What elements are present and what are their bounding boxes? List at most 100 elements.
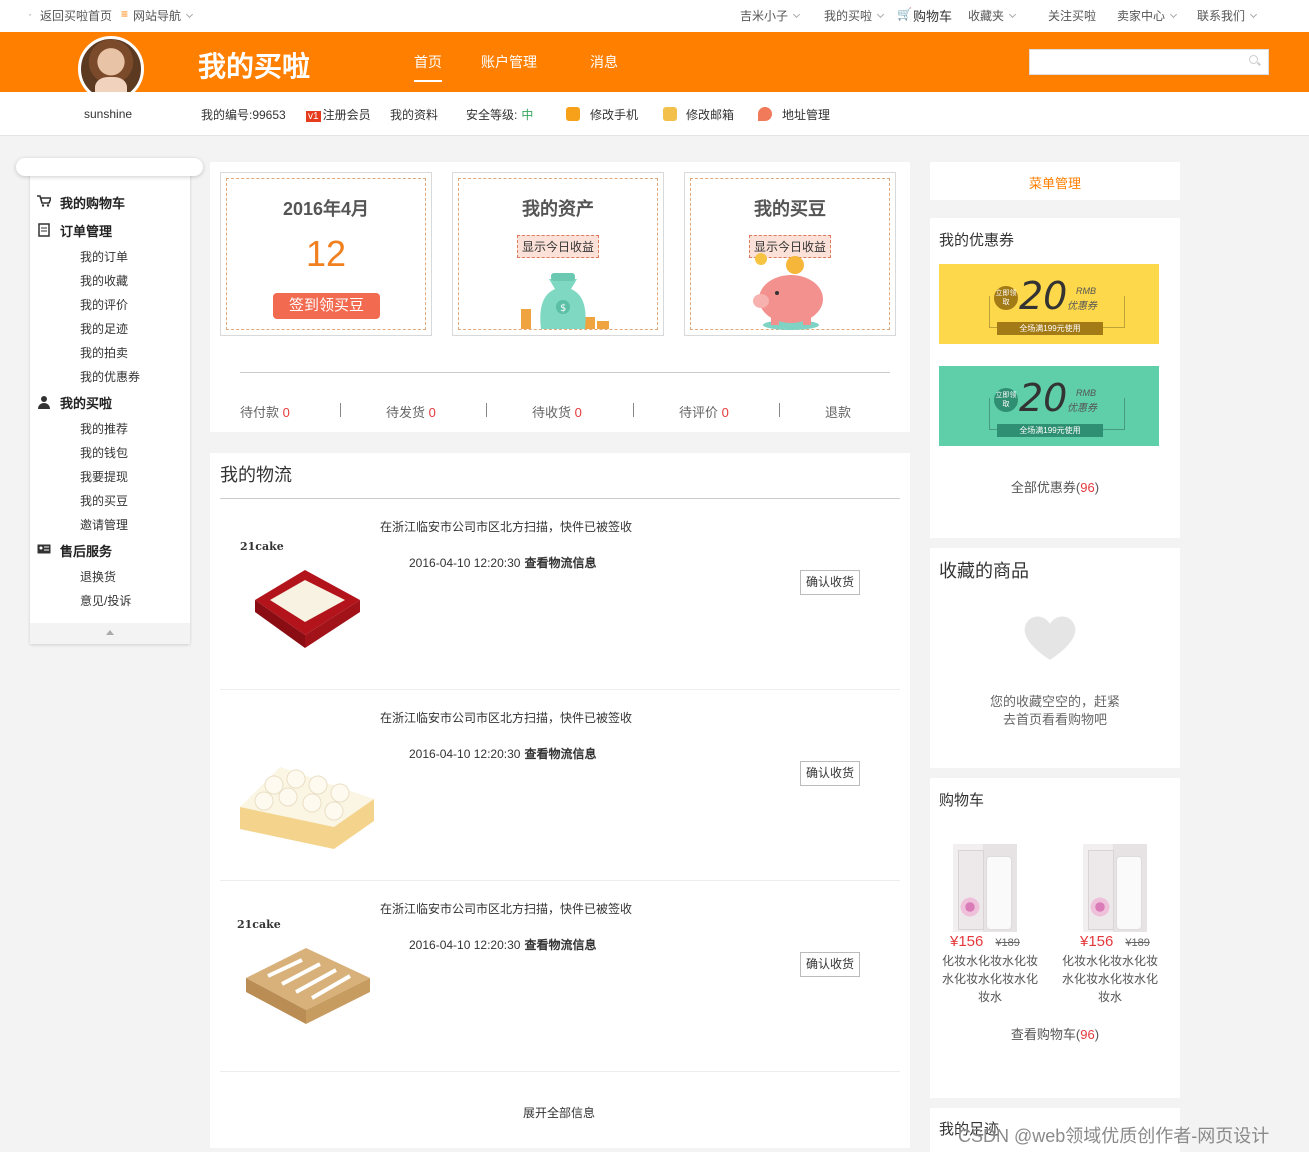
sidebar-collapse-button[interactable] xyxy=(30,623,190,644)
username: sunshine xyxy=(84,107,133,121)
separator xyxy=(633,403,634,417)
status-pending-shipment[interactable]: 待发货 0 xyxy=(386,402,436,421)
logistics-time: 2016-04-10 12:20:30 查看物流信息 xyxy=(409,745,596,762)
nav-home[interactable]: 首页 xyxy=(414,52,442,82)
signin-button[interactable]: 签到领买豆 xyxy=(273,293,380,319)
confirm-receipt-button[interactable]: 确认收货 xyxy=(800,761,860,786)
favorites-panel: 收藏的商品 您的收藏空空的，赶紧 去首页看看购物吧 xyxy=(930,548,1180,768)
address-link[interactable]: 地址管理 xyxy=(758,106,830,123)
sidebar-item-feedback[interactable]: 意见/投诉 xyxy=(80,592,131,609)
sidebar-item-recommend[interactable]: 我的推荐 xyxy=(80,420,128,437)
product-old-price: ¥189 xyxy=(1125,937,1150,949)
sidebar-group-orders[interactable]: 订单管理 xyxy=(38,221,112,240)
separator xyxy=(486,403,487,417)
menu-manage-link[interactable]: 菜单管理 xyxy=(930,173,1180,192)
view-logistics-link[interactable]: 查看物流信息 xyxy=(524,747,596,761)
view-cart-link[interactable]: 查看购物车(96) xyxy=(930,1024,1180,1043)
site-nav-label: 网站导航 xyxy=(133,9,182,23)
confirm-receipt-button[interactable]: 确认收货 xyxy=(800,952,860,977)
user-link[interactable]: 吉米小子 xyxy=(740,7,801,24)
view-logistics-link[interactable]: 查看物流信息 xyxy=(524,556,596,570)
status-pending-review-label: 待评价 xyxy=(679,405,719,420)
my-maila-link[interactable]: 我的买啦 xyxy=(824,7,885,24)
signin-day: 12 xyxy=(305,233,347,274)
register-member-label: 注册会员 xyxy=(322,108,371,122)
register-member[interactable]: v1 注册会员 xyxy=(306,106,371,123)
coupon-unit: RMB xyxy=(1076,388,1096,398)
sidebar-item-invite[interactable]: 邀请管理 xyxy=(80,516,128,533)
edit-phone-link[interactable]: 修改手机 xyxy=(566,106,638,123)
coupon-card[interactable]: 立即领取 20 RMB 优惠券 全场满199元使用 xyxy=(939,264,1159,344)
sidebar-group-maila[interactable]: 我的买啦 xyxy=(38,393,113,412)
favorites-empty-line2[interactable]: 去首页看看购物吧 xyxy=(930,709,1180,728)
site-nav-link[interactable]: 网站导航 xyxy=(133,7,194,24)
sidebar-item-footprint[interactable]: 我的足迹 xyxy=(80,320,128,337)
svg-text:$: $ xyxy=(560,303,566,314)
status-refund[interactable]: 退款 xyxy=(825,402,851,421)
cart-icon xyxy=(37,195,51,207)
sidebar-item-auction[interactable]: 我的拍卖 xyxy=(80,344,128,361)
assets-income-toggle[interactable]: 显示今日收益 xyxy=(516,235,600,258)
profile-link[interactable]: 我的资料 xyxy=(390,106,438,123)
product-image[interactable] xyxy=(953,844,1017,932)
location-pin-icon xyxy=(758,107,772,121)
status-pending-review[interactable]: 待评价 0 xyxy=(679,402,729,421)
search-input[interactable] xyxy=(1029,49,1269,75)
logistics-status: 在浙江临安市公司市区北方扫描，快件已被签收 xyxy=(380,902,633,916)
separator xyxy=(340,403,341,417)
sidebar-group-service[interactable]: 售后服务 xyxy=(37,541,112,560)
status-pending-payment[interactable]: 待付款 0 xyxy=(240,402,290,421)
edit-email-link[interactable]: 修改邮箱 xyxy=(663,106,734,123)
logistics-time: 2016-04-10 12:20:30 查看物流信息 xyxy=(409,554,596,571)
product-name[interactable]: 化妆水化妆水化妆水化妆水化妆水化妆水 xyxy=(1058,952,1162,1006)
view-logistics-link[interactable]: 查看物流信息 xyxy=(524,938,596,952)
all-coupons-link[interactable]: 全部优惠券(96) xyxy=(930,477,1180,496)
coupon-amount: 20 xyxy=(1019,376,1068,420)
sidebar-item-withdraw[interactable]: 我要提现 xyxy=(80,468,128,485)
sidebar-item-favorites[interactable]: 我的收藏 xyxy=(80,272,128,289)
confirm-receipt-button[interactable]: 确认收货 xyxy=(800,570,860,595)
view-cart-count: 96 xyxy=(1080,1027,1095,1042)
sidebar-item-beans[interactable]: 我的买豆 xyxy=(80,492,128,509)
favorites-link[interactable]: 收藏夹 xyxy=(968,7,1017,24)
cart-panel: 购物车 ¥156 ¥189 化妆水化妆水化妆水化妆水化妆水化妆水 ¥156 ¥189… xyxy=(930,778,1180,1098)
back-home-link[interactable]: 返回买啦首页 xyxy=(40,7,112,24)
logistics-status: 在浙江临安市公司市区北方扫描，快件已被签收 xyxy=(380,520,633,534)
sidebar-item-coupons[interactable]: 我的优惠券 xyxy=(80,368,140,385)
cart-icon: 🛒 xyxy=(897,7,912,21)
claim-badge[interactable]: 立即领取 xyxy=(994,388,1018,412)
coupon-card[interactable]: 立即领取 20 RMB 优惠券 全场满199元使用 xyxy=(939,366,1159,446)
nav-messages[interactable]: 消息 xyxy=(590,52,618,72)
favorites-label: 收藏夹 xyxy=(968,9,1005,23)
contact-label: 联系我们 xyxy=(1197,9,1246,23)
watermark: CSDN @web领域优质创作者-网页设计 xyxy=(958,1126,1270,1146)
status-pending-receipt[interactable]: 待收货 0 xyxy=(532,402,582,421)
flower-decor xyxy=(1089,896,1111,918)
nav-account[interactable]: 账户管理 xyxy=(481,52,537,72)
sidebar-top-cap xyxy=(16,158,203,176)
logistics-item: 21cake 在浙江临安市公司市区北方扫描，快件已被签收 2016-04-10 … xyxy=(220,882,900,1072)
expand-all-link[interactable]: 展开全部信息 xyxy=(523,1104,595,1121)
sidebar-item-returns[interactable]: 退换货 xyxy=(80,568,116,585)
seller-center-link[interactable]: 卖家中心 xyxy=(1117,7,1178,24)
status-pending-payment-label: 待付款 xyxy=(240,405,280,420)
claim-badge[interactable]: 立即领取 xyxy=(994,286,1018,310)
search-icon[interactable] xyxy=(1249,55,1258,64)
sidebar-group-maila-label: 我的买啦 xyxy=(60,396,113,411)
sidebar-item-orders[interactable]: 我的订单 xyxy=(80,248,128,265)
product-name[interactable]: 化妆水化妆水化妆水化妆水化妆水化妆水 xyxy=(938,952,1042,1006)
user-id: 我的编号:99653 xyxy=(201,108,286,122)
follow-link[interactable]: 关注买啦 xyxy=(1048,7,1096,24)
sidebar-item-reviews[interactable]: 我的评价 xyxy=(80,296,128,313)
my-maila-label: 我的买啦 xyxy=(824,9,873,23)
sidebar-group-cart[interactable]: 我的购物车 xyxy=(37,193,125,212)
chevron-down-icon xyxy=(876,10,885,19)
product-image[interactable] xyxy=(1083,844,1147,932)
logistics-time-value: 2016-04-10 12:20:30 xyxy=(409,747,521,761)
cart-link[interactable]: 购物车 xyxy=(913,6,952,25)
cart-title: 购物车 xyxy=(939,792,985,809)
logistics-time-value: 2016-04-10 12:20:30 xyxy=(409,556,521,570)
beans-card: 我的买豆 显示今日收益 xyxy=(684,172,896,336)
contact-link[interactable]: 联系我们 xyxy=(1197,7,1258,24)
sidebar-item-wallet[interactable]: 我的钱包 xyxy=(80,444,128,461)
